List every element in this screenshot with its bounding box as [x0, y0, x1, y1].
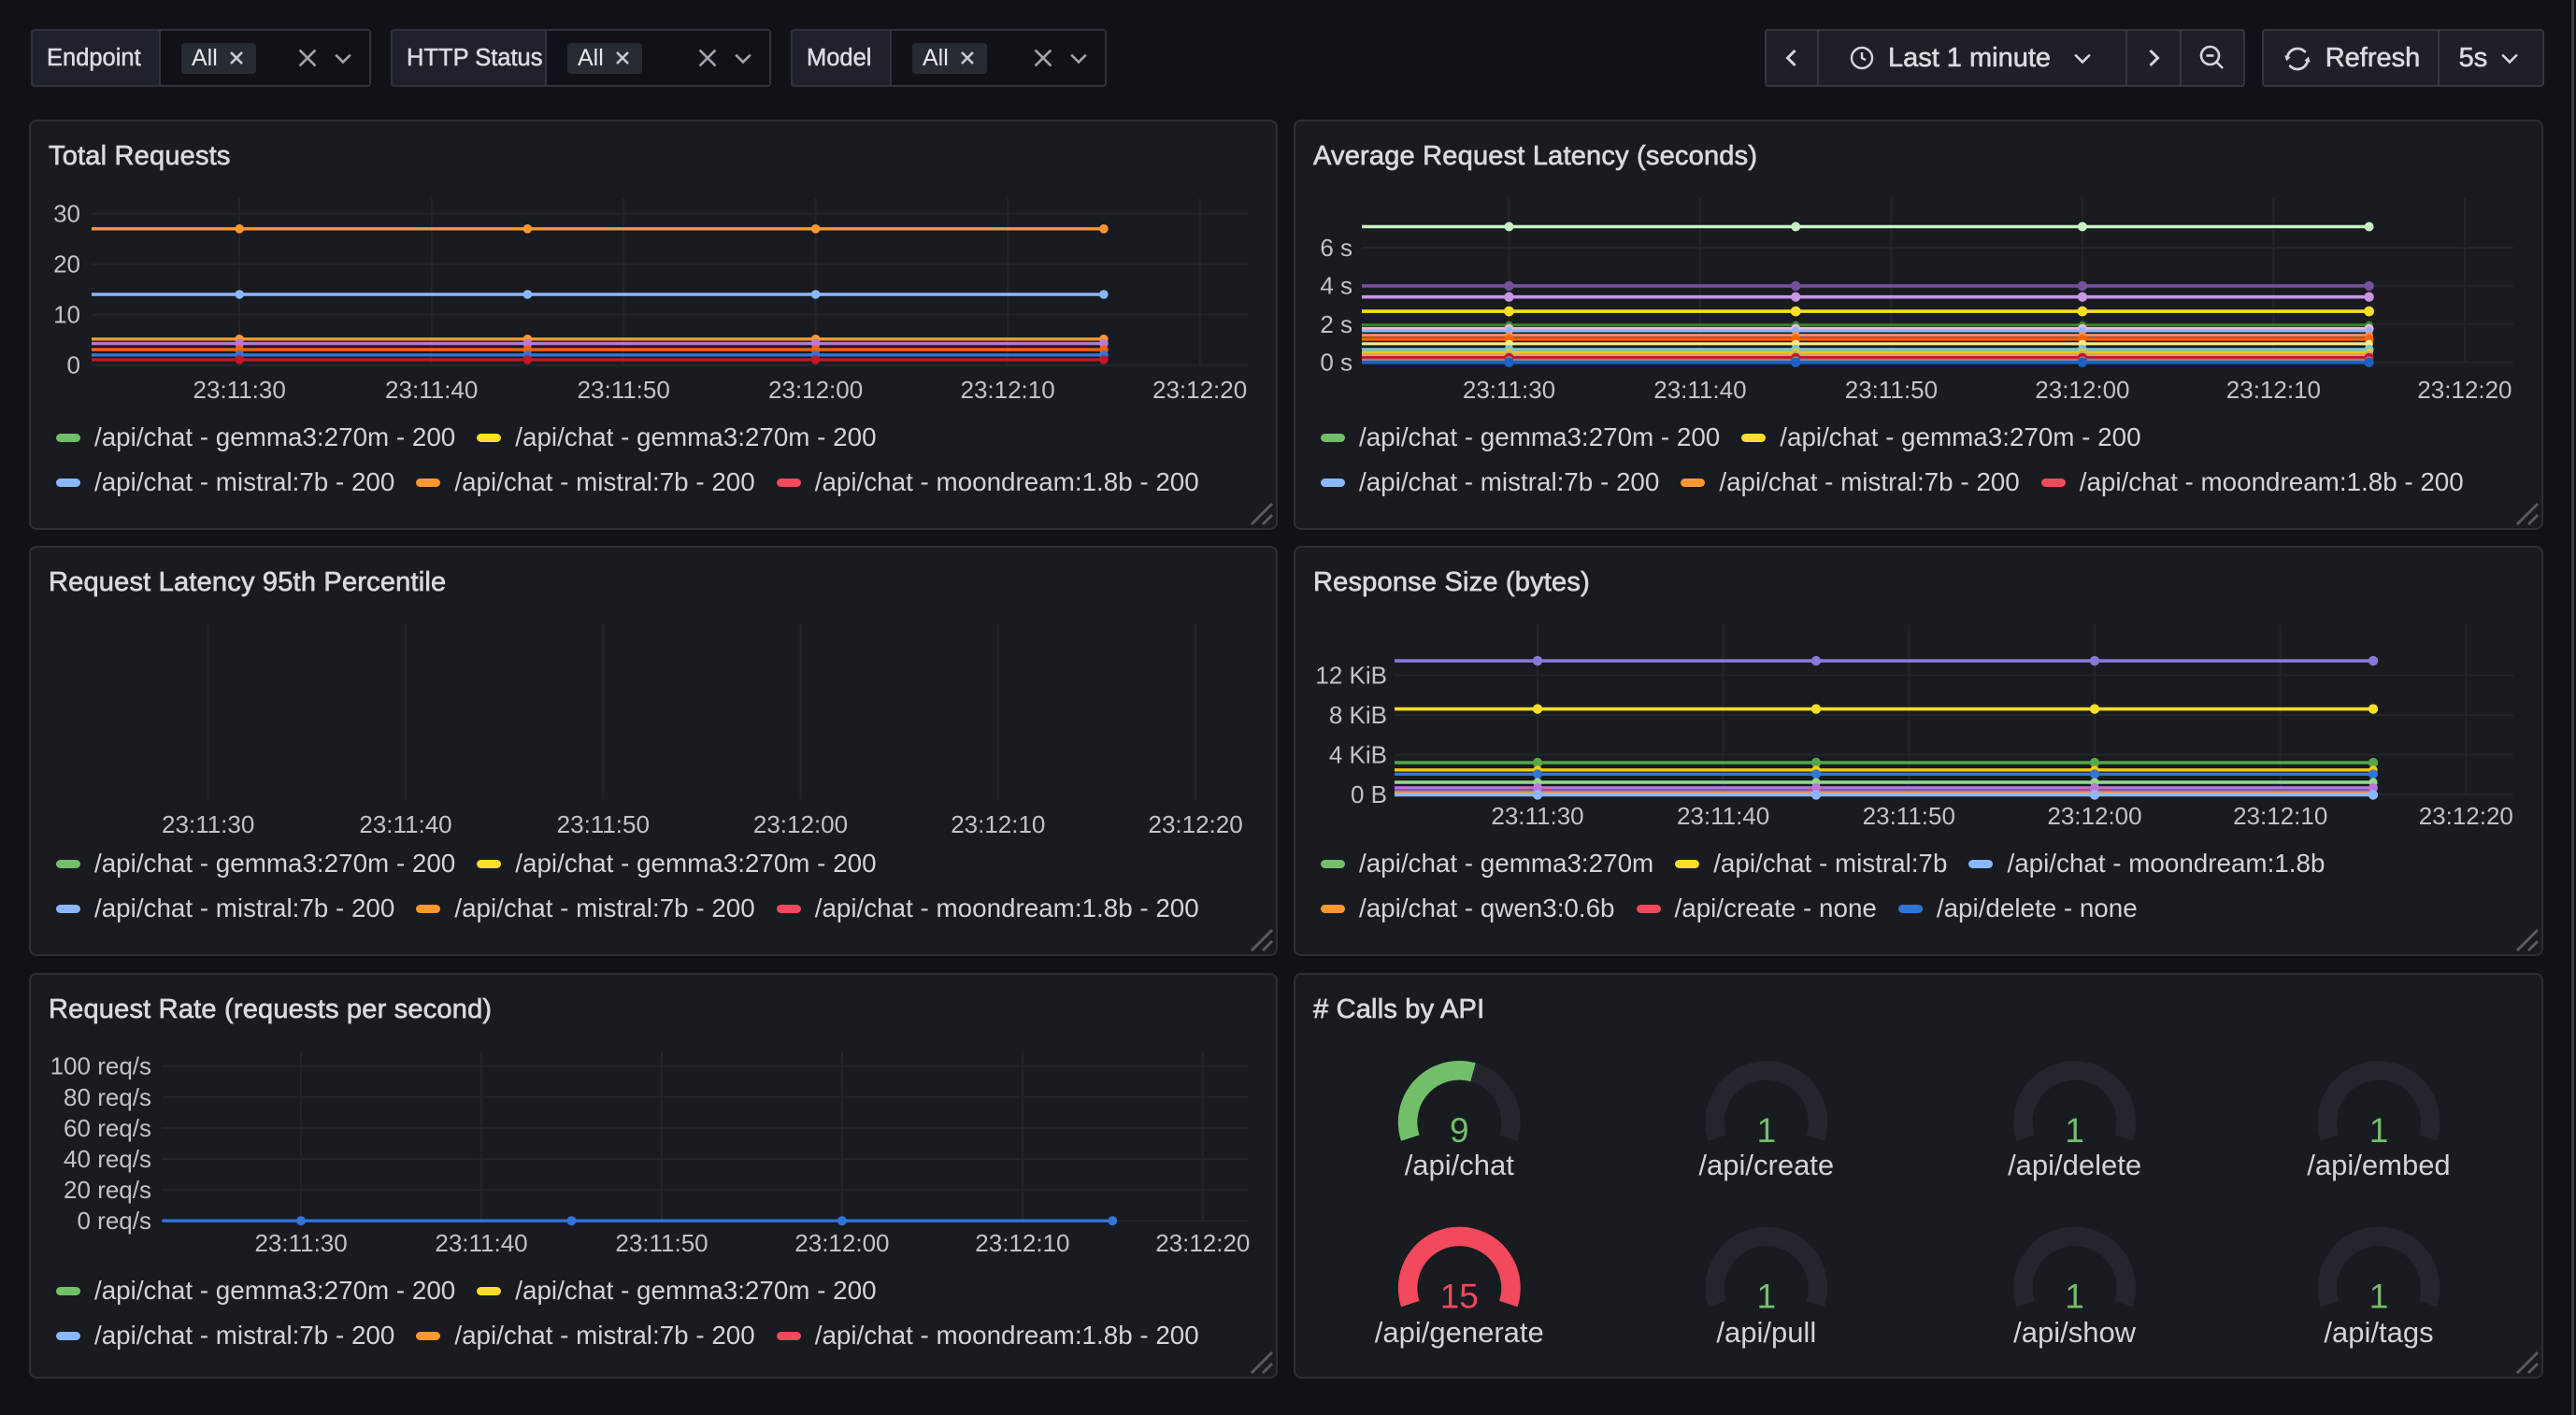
svg-text:30: 30: [53, 200, 80, 228]
svg-text:40 req/s: 40 req/s: [64, 1145, 151, 1173]
svg-text:23:12:10: 23:12:10: [951, 810, 1045, 838]
svg-text:15: 15: [1440, 1278, 1479, 1316]
svg-text:6 s: 6 s: [1320, 234, 1352, 262]
svg-text:23:12:00: 23:12:00: [2035, 376, 2129, 404]
svg-text:23:11:40: 23:11:40: [1653, 376, 1746, 404]
svg-text:1: 1: [1757, 1111, 1777, 1150]
svg-text:12 KiB: 12 KiB: [1315, 662, 1387, 690]
svg-text:23:12:20: 23:12:20: [1148, 810, 1242, 838]
svg-text:0: 0: [67, 351, 80, 379]
svg-text:1: 1: [2065, 1111, 2084, 1150]
svg-text:23:12:10: 23:12:10: [2226, 376, 2321, 404]
svg-text:23:12:20: 23:12:20: [1152, 376, 1247, 404]
svg-text:23:11:30: 23:11:30: [162, 810, 254, 838]
svg-text:23:11:50: 23:11:50: [557, 810, 650, 838]
svg-text:23:11:40: 23:11:40: [359, 810, 451, 838]
svg-text:23:12:00: 23:12:00: [794, 1229, 889, 1257]
svg-text:9: 9: [1450, 1111, 1469, 1150]
svg-text:23:12:20: 23:12:20: [1155, 1229, 1250, 1257]
svg-text:23:11:50: 23:11:50: [578, 376, 670, 404]
svg-text:1: 1: [2369, 1278, 2389, 1316]
svg-text:23:12:00: 23:12:00: [753, 810, 848, 838]
svg-text:23:11:30: 23:11:30: [1463, 376, 1555, 404]
svg-text:23:11:50: 23:11:50: [1863, 802, 1955, 830]
svg-text:4 s: 4 s: [1320, 272, 1352, 300]
svg-text:23:12:00: 23:12:00: [2047, 802, 2141, 830]
svg-text:0 B: 0 B: [1351, 780, 1387, 808]
svg-text:0 s: 0 s: [1320, 349, 1352, 377]
svg-text:4 KiB: 4 KiB: [1329, 741, 1387, 769]
svg-text:23:11:40: 23:11:40: [435, 1229, 527, 1257]
svg-text:23:11:30: 23:11:30: [193, 376, 286, 404]
svg-text:23:11:40: 23:11:40: [385, 376, 478, 404]
svg-text:8 KiB: 8 KiB: [1329, 701, 1387, 729]
svg-text:23:12:20: 23:12:20: [2419, 802, 2513, 830]
svg-text:23:12:20: 23:12:20: [2417, 376, 2512, 404]
svg-text:23:12:10: 23:12:10: [975, 1229, 1069, 1257]
svg-text:80 req/s: 80 req/s: [64, 1083, 151, 1111]
svg-text:1: 1: [2065, 1278, 2084, 1316]
svg-text:23:11:40: 23:11:40: [1677, 802, 1769, 830]
svg-text:0 req/s: 0 req/s: [78, 1207, 152, 1235]
svg-text:23:12:00: 23:12:00: [768, 376, 863, 404]
svg-text:1: 1: [1757, 1278, 1777, 1316]
svg-text:23:12:10: 23:12:10: [2233, 802, 2327, 830]
svg-text:23:11:50: 23:11:50: [1845, 376, 1938, 404]
svg-text:100 req/s: 100 req/s: [50, 1052, 151, 1080]
svg-text:20: 20: [53, 250, 80, 279]
svg-text:60 req/s: 60 req/s: [64, 1114, 151, 1142]
svg-text:23:11:30: 23:11:30: [254, 1229, 347, 1257]
svg-text:10: 10: [53, 301, 80, 329]
svg-text:2 s: 2 s: [1320, 310, 1352, 338]
svg-text:23:11:50: 23:11:50: [615, 1229, 708, 1257]
svg-text:23:12:10: 23:12:10: [960, 376, 1054, 404]
svg-text:20 req/s: 20 req/s: [64, 1176, 151, 1204]
svg-text:23:11:30: 23:11:30: [1491, 802, 1583, 830]
svg-text:1: 1: [2369, 1111, 2389, 1150]
